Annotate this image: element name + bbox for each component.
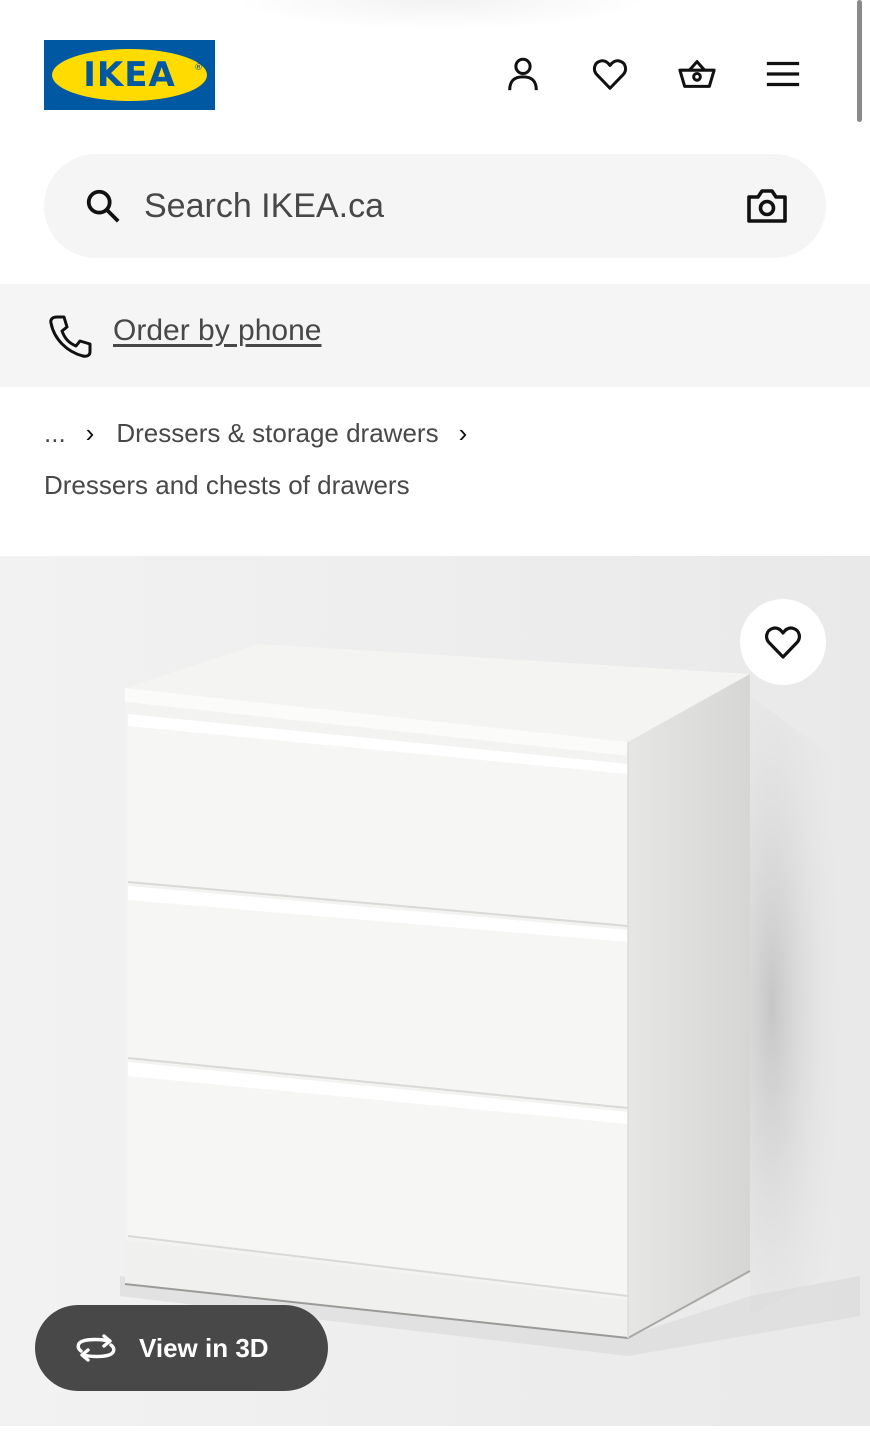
rotate-3d-icon <box>76 1334 116 1362</box>
breadcrumb-item-dressers-chests[interactable]: Dressers and chests of drawers <box>44 470 410 500</box>
search-input[interactable] <box>144 180 704 232</box>
cart-button[interactable] <box>675 52 719 96</box>
hamburger-menu-icon <box>766 61 800 87</box>
order-by-phone-link[interactable]: Order by phone <box>113 314 321 348</box>
shopping-bag-icon <box>678 60 716 88</box>
ikea-logo[interactable]: IKEA ® <box>44 40 215 110</box>
logo-wordmark: IKEA <box>83 55 176 95</box>
product-image[interactable] <box>0 556 870 1426</box>
breadcrumb-row: ... › Dressers & storage drawers › <box>44 414 834 452</box>
phone-icon <box>49 315 92 358</box>
chevron-right-icon: › <box>458 417 468 448</box>
menu-button[interactable] <box>761 52 805 96</box>
scrollbar[interactable] <box>857 0 862 122</box>
favourites-button[interactable] <box>588 52 632 96</box>
site-header: IKEA ® <box>0 0 870 150</box>
view-in-3d-label: View in 3D <box>139 1332 269 1363</box>
search-icon[interactable] <box>84 187 122 225</box>
person-icon <box>508 57 538 91</box>
order-by-phone-bar: Order by phone <box>0 284 870 387</box>
breadcrumb-row: Dressers and chests of drawers <box>44 466 834 504</box>
heart-icon <box>592 59 628 90</box>
search-bar[interactable] <box>44 154 826 258</box>
heart-icon <box>765 626 801 659</box>
camera-icon[interactable] <box>746 186 788 226</box>
dresser-illustration <box>0 556 870 1426</box>
registered-mark: ® <box>194 63 203 73</box>
breadcrumb: ... › Dressers & storage drawers › Dress… <box>44 414 834 504</box>
chevron-right-icon: › <box>85 417 95 448</box>
view-in-3d-button[interactable]: View in 3D <box>35 1305 328 1391</box>
account-button[interactable] <box>501 52 545 96</box>
favourite-button[interactable] <box>740 599 826 685</box>
breadcrumb-ellipsis[interactable]: ... <box>44 418 66 449</box>
breadcrumb-item-dressers-storage[interactable]: Dressers & storage drawers <box>116 418 438 449</box>
